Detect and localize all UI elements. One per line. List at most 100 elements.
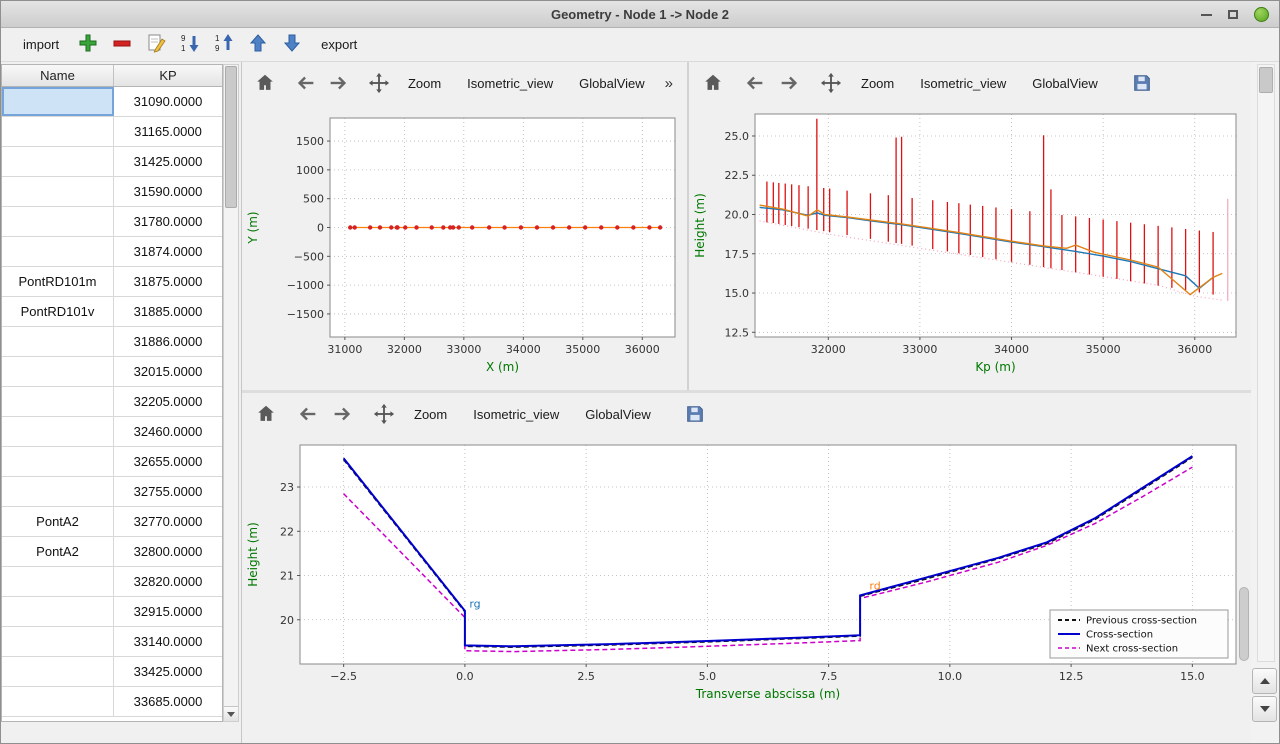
kp-cell[interactable]: 31425.0000: [114, 147, 222, 176]
name-cell[interactable]: [2, 417, 114, 446]
name-cell[interactable]: PontRD101m: [2, 267, 114, 296]
table-row[interactable]: 32820.0000: [2, 567, 222, 597]
kp-cell[interactable]: 31874.0000: [114, 237, 222, 266]
table-scroll-down-button[interactable]: [224, 706, 238, 721]
table-scrollbar[interactable]: [223, 64, 239, 722]
back-button[interactable]: [739, 67, 771, 99]
kp-cell[interactable]: 32205.0000: [114, 387, 222, 416]
kp-cell[interactable]: 32915.0000: [114, 597, 222, 626]
table-row[interactable]: 31780.0000: [2, 207, 222, 237]
table-row[interactable]: 31886.0000: [2, 327, 222, 357]
kp-cell[interactable]: 31165.0000: [114, 117, 222, 146]
kp-cell[interactable]: 32655.0000: [114, 447, 222, 476]
table-row[interactable]: PontA232800.0000: [2, 537, 222, 567]
name-cell[interactable]: [2, 477, 114, 506]
home-button[interactable]: [250, 67, 280, 99]
kp-cell[interactable]: 31875.0000: [114, 267, 222, 296]
name-cell[interactable]: [2, 567, 114, 596]
kp-cell[interactable]: 32770.0000: [114, 507, 222, 536]
pan-button[interactable]: [363, 67, 393, 99]
kp-cell[interactable]: 32015.0000: [114, 357, 222, 386]
table-row[interactable]: 33140.0000: [2, 627, 222, 657]
name-cell[interactable]: [2, 627, 114, 656]
table-row[interactable]: 32205.0000: [2, 387, 222, 417]
profile-plot[interactable]: 320003300034000350003600012.515.017.520.…: [689, 104, 1252, 393]
edit-button[interactable]: [143, 32, 169, 58]
kp-cell[interactable]: 31090.0000: [114, 87, 222, 116]
table-row[interactable]: PontA232770.0000: [2, 507, 222, 537]
name-cell[interactable]: [2, 357, 114, 386]
name-cell[interactable]: [2, 687, 114, 716]
name-cell[interactable]: [2, 327, 114, 356]
save-button[interactable]: [1126, 67, 1158, 99]
maximize-button[interactable]: [1228, 10, 1238, 19]
name-cell[interactable]: [2, 177, 114, 206]
kp-cell[interactable]: 31886.0000: [114, 327, 222, 356]
minimize-button[interactable]: [1201, 14, 1212, 16]
table-row[interactable]: PontRD101v31885.0000: [2, 297, 222, 327]
scroll-up-button[interactable]: [1252, 668, 1277, 694]
kp-cell[interactable]: 32820.0000: [114, 567, 222, 596]
kp-cell[interactable]: 32460.0000: [114, 417, 222, 446]
global-view-button[interactable]: GlobalView: [1020, 70, 1110, 97]
table-row[interactable]: 32655.0000: [2, 447, 222, 477]
home-button[interactable]: [697, 67, 729, 99]
close-button[interactable]: [1254, 7, 1269, 22]
home-button[interactable]: [250, 398, 282, 430]
name-cell[interactable]: PontA2: [2, 537, 114, 566]
move-down-button[interactable]: [279, 32, 305, 58]
add-row-button[interactable]: [75, 32, 101, 58]
xy-plot[interactable]: 310003200033000340003500036000−1500−1000…: [242, 104, 689, 393]
isometric-view-button[interactable]: Isometric_view: [461, 401, 571, 428]
toolbar-overflow-button[interactable]: »: [659, 71, 679, 96]
import-button[interactable]: import: [15, 37, 67, 52]
cross-section-plot[interactable]: rgrd−2.50.02.55.07.510.012.515.020212223…: [242, 435, 1252, 722]
name-cell[interactable]: [2, 117, 114, 146]
sort-ascending-button[interactable]: 19: [211, 32, 237, 58]
table-row[interactable]: 31425.0000: [2, 147, 222, 177]
zoom-button[interactable]: Zoom: [849, 70, 906, 97]
table-row[interactable]: PontRD101m31875.0000: [2, 267, 222, 297]
scroll-down-button[interactable]: [1252, 696, 1277, 722]
name-cell[interactable]: [2, 147, 114, 176]
name-cell[interactable]: [2, 447, 114, 476]
isometric-view-button[interactable]: Isometric_view: [455, 70, 565, 97]
column-header-name[interactable]: Name: [2, 65, 114, 86]
kp-cell[interactable]: 31590.0000: [114, 177, 222, 206]
name-cell[interactable]: [2, 387, 114, 416]
kp-cell[interactable]: 33685.0000: [114, 687, 222, 716]
zoom-button[interactable]: Zoom: [396, 70, 453, 97]
pan-button[interactable]: [815, 67, 847, 99]
kp-cell[interactable]: 31780.0000: [114, 207, 222, 236]
sort-descending-button[interactable]: 91: [177, 32, 203, 58]
global-view-button[interactable]: GlobalView: [567, 70, 657, 97]
pan-button[interactable]: [368, 398, 400, 430]
table-row[interactable]: 32015.0000: [2, 357, 222, 387]
forward-button[interactable]: [773, 67, 805, 99]
name-cell[interactable]: PontRD101v: [2, 297, 114, 326]
kp-cell[interactable]: 32755.0000: [114, 477, 222, 506]
isometric-view-button[interactable]: Isometric_view: [908, 70, 1018, 97]
zoom-button[interactable]: Zoom: [402, 401, 459, 428]
forward-button[interactable]: [326, 398, 358, 430]
kp-cell[interactable]: 33425.0000: [114, 657, 222, 686]
table-row[interactable]: 32915.0000: [2, 597, 222, 627]
kp-cell[interactable]: 33140.0000: [114, 627, 222, 656]
table-row[interactable]: 31090.0000: [2, 87, 222, 117]
table-row[interactable]: 32755.0000: [2, 477, 222, 507]
table-row[interactable]: 33685.0000: [2, 687, 222, 717]
name-cell[interactable]: [2, 597, 114, 626]
kp-cell[interactable]: 32800.0000: [114, 537, 222, 566]
name-cell[interactable]: [2, 237, 114, 266]
table-row[interactable]: 33425.0000: [2, 657, 222, 687]
name-cell[interactable]: PontA2: [2, 507, 114, 536]
forward-button[interactable]: [323, 67, 353, 99]
save-button[interactable]: [679, 398, 711, 430]
global-view-button[interactable]: GlobalView: [573, 401, 663, 428]
bottom-panel-scrollbar[interactable]: [1239, 587, 1249, 661]
table-row[interactable]: 32460.0000: [2, 417, 222, 447]
name-cell[interactable]: [2, 207, 114, 236]
name-cell[interactable]: [2, 657, 114, 686]
column-header-kp[interactable]: KP: [114, 65, 222, 86]
move-up-button[interactable]: [245, 32, 271, 58]
